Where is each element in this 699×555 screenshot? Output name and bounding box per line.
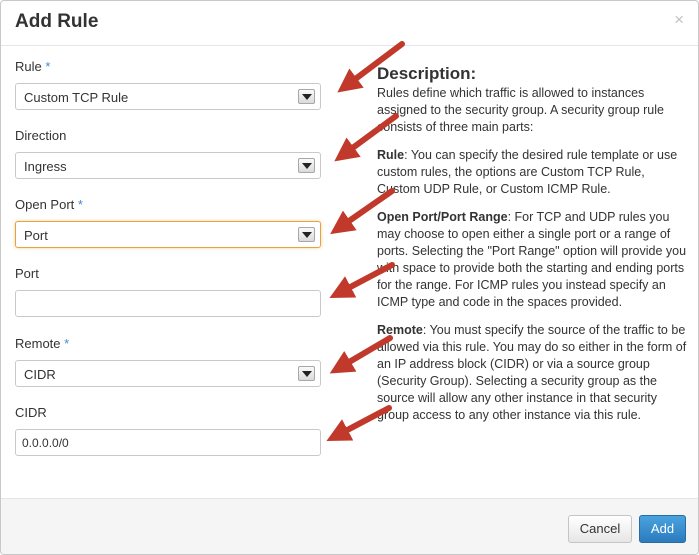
cidr-input[interactable]: 0.0.0.0/0 [15,429,321,456]
required-marker: * [45,59,51,74]
open-port-label-text: Open Port [15,197,75,212]
remote-text: : You must specify the source of the tra… [377,323,687,422]
dialog-title: Add Rule [15,11,99,32]
required-marker: * [77,197,83,212]
cidr-field-group: CIDR 0.0.0.0/0 [15,405,325,456]
description-heading: Description: [377,64,477,83]
dialog-header: Add Rule × [1,1,698,46]
rule-select-value: Custom TCP Rule [24,90,129,105]
open-port-term: Open Port/Port Range [377,210,508,224]
description-remote: Remote: You must specify the source of t… [377,322,687,424]
rule-term: Rule [377,148,405,162]
port-field-group: Port [15,266,325,317]
required-marker: * [64,336,70,351]
remote-select[interactable]: CIDR [15,360,321,387]
direction-select[interactable]: Ingress [15,152,321,179]
chevron-down-icon[interactable] [298,227,315,242]
remote-label: Remote * [15,336,325,351]
open-port-select-value: Port [24,228,48,243]
close-icon[interactable]: × [674,11,684,28]
open-port-select[interactable]: Port [15,221,321,248]
add-button[interactable]: Add [639,515,686,543]
description-intro: Rules define which traffic is allowed to… [377,86,664,134]
chevron-down-icon[interactable] [298,158,315,173]
direction-field-group: Direction Ingress [15,128,325,179]
rule-label-text: Rule [15,59,42,74]
cidr-input-value: 0.0.0.0/0 [22,436,69,450]
port-label: Port [15,266,39,281]
rule-field-group: Rule * Custom TCP Rule [15,59,325,110]
description-rule: Rule: You can specify the desired rule t… [377,147,687,198]
description-open-port: Open Port/Port Range: For TCP and UDP ru… [377,209,687,311]
direction-label: Direction [15,128,67,143]
rule-label: Rule * [15,59,325,74]
remote-label-text: Remote [15,336,61,351]
remote-term: Remote [377,323,423,337]
remote-select-value: CIDR [24,367,56,382]
port-input[interactable] [15,290,321,317]
open-port-text: : For TCP and UDP rules you may choose t… [377,210,687,309]
rule-text: : You can specify the desired rule templ… [377,148,678,196]
rule-select[interactable]: Custom TCP Rule [15,83,321,110]
open-port-field-group: Open Port * Port [15,197,325,248]
dialog-footer: Cancel Add [1,498,698,554]
chevron-down-icon[interactable] [298,89,315,104]
direction-select-value: Ingress [24,159,67,174]
add-rule-dialog: Add Rule × Rule * Custom TCP Rule Direct… [0,0,699,555]
remote-field-group: Remote * CIDR [15,336,325,387]
cancel-button[interactable]: Cancel [568,515,632,543]
description-panel: Description: Rules define which traffic … [377,65,687,435]
cidr-label: CIDR [15,405,47,420]
chevron-down-icon[interactable] [298,366,315,381]
open-port-label: Open Port * [15,197,325,212]
